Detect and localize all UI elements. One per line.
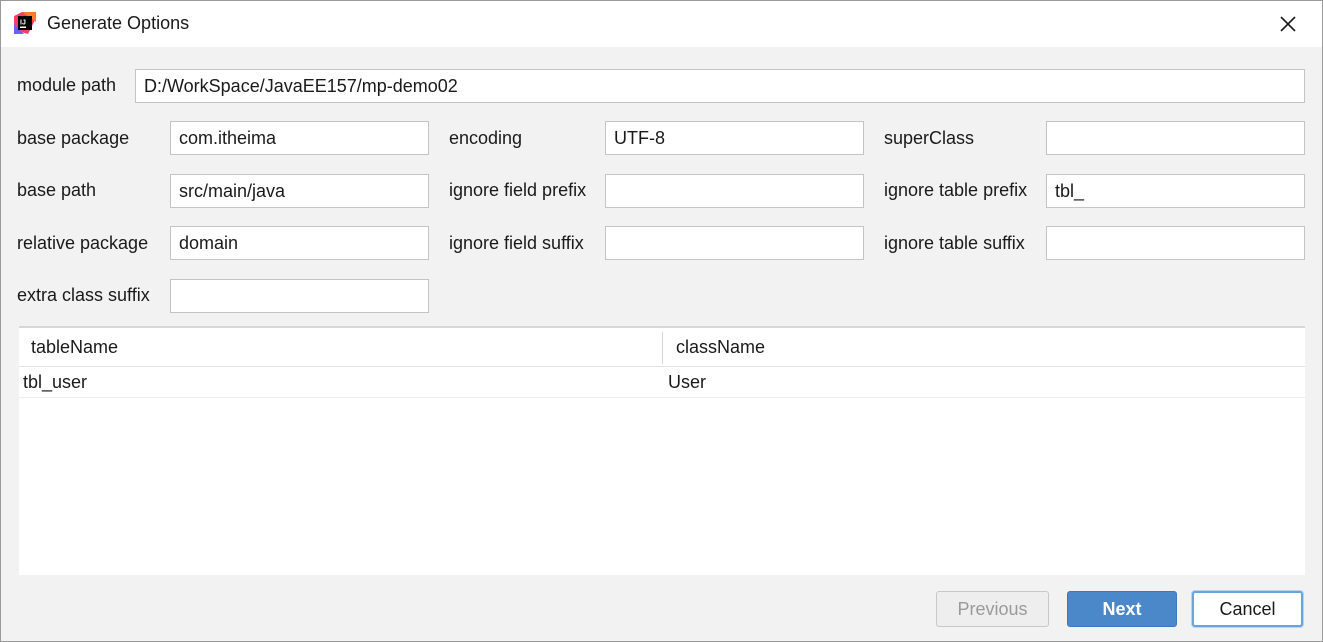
relative-package-label: relative package — [17, 233, 149, 253]
close-button[interactable] — [1273, 9, 1303, 39]
ignore-field-suffix-label: ignore field suffix — [449, 233, 584, 253]
column-divider[interactable] — [662, 332, 663, 364]
ignore-table-prefix-label: ignore table prefix — [884, 180, 1028, 200]
base-package-input[interactable] — [170, 121, 429, 155]
ignore-field-suffix-input[interactable] — [605, 226, 864, 260]
cancel-button[interactable]: Cancel — [1192, 591, 1303, 627]
ignore-table-suffix-input[interactable] — [1046, 226, 1305, 260]
table-cell-table-name[interactable]: tbl_user — [23, 367, 87, 397]
table-cell-class-name[interactable]: User — [668, 367, 706, 397]
ignore-field-prefix-input[interactable] — [605, 174, 864, 208]
super-class-input[interactable] — [1046, 121, 1305, 155]
svg-text:IJ: IJ — [20, 20, 26, 27]
close-icon — [1280, 16, 1296, 32]
previous-button[interactable]: Previous — [936, 591, 1049, 627]
dialog-title: Generate Options — [47, 13, 190, 33]
table-row[interactable]: tbl_user User — [19, 367, 1305, 398]
ignore-table-prefix-input[interactable] — [1046, 174, 1305, 208]
column-header-class-name[interactable]: className — [676, 328, 765, 366]
generate-options-dialog: IJ Generate Options module path base pac… — [0, 0, 1323, 642]
base-path-label: base path — [17, 180, 97, 200]
next-button[interactable]: Next — [1067, 591, 1177, 627]
encoding-label: encoding — [449, 128, 523, 148]
module-path-label: module path — [17, 75, 117, 95]
table-mapping-grid: tableName className tbl_user User — [19, 326, 1305, 575]
base-package-label: base package — [17, 128, 130, 148]
extra-class-suffix-label: extra class suffix — [17, 285, 150, 305]
encoding-input[interactable] — [605, 121, 864, 155]
extra-class-suffix-input[interactable] — [170, 279, 429, 313]
intellij-idea-icon: IJ — [14, 12, 36, 34]
table-header: tableName className — [19, 328, 1305, 367]
title-bar: IJ Generate Options — [1, 1, 1322, 47]
ignore-field-prefix-label: ignore field prefix — [449, 180, 587, 200]
super-class-label: superClass — [884, 128, 975, 148]
base-path-input[interactable] — [170, 174, 429, 208]
column-header-table-name[interactable]: tableName — [31, 328, 118, 366]
module-path-input[interactable] — [135, 69, 1305, 103]
ignore-table-suffix-label: ignore table suffix — [884, 233, 1025, 253]
relative-package-input[interactable] — [170, 226, 429, 260]
